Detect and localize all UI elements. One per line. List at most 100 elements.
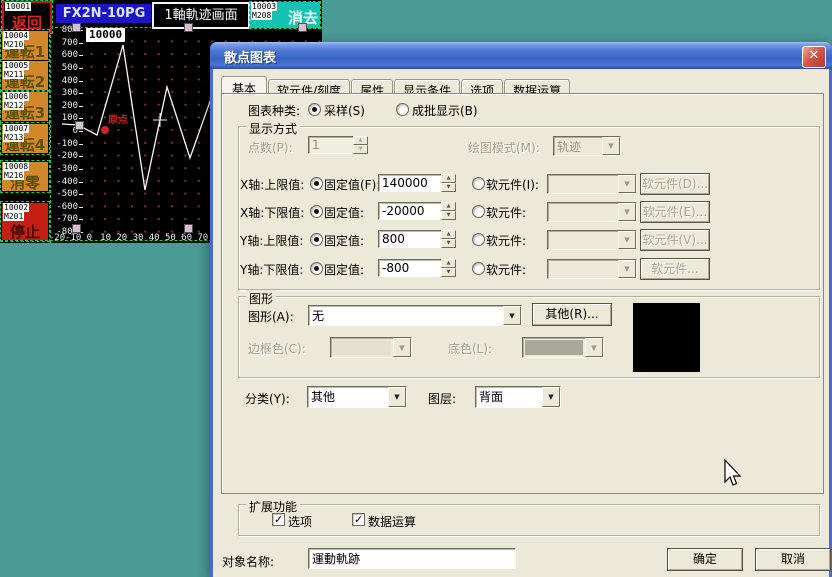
back-button-label: 返回 [12, 15, 42, 31]
device-button: 软元件(D)... [640, 173, 710, 195]
chevron-down-icon[interactable]: ▼ [503, 306, 521, 325]
ok-button[interactable]: 确定 [667, 548, 743, 571]
chevron-down-icon: ▼ [618, 260, 636, 278]
origin-label: 原点 [108, 111, 128, 126]
draw-mode-combo: 轨迹▼ [553, 136, 621, 156]
hmi-button-tag1: 10006 [3, 92, 29, 101]
extended-checkbox-2[interactable] [352, 513, 365, 526]
hmi-button-M216[interactable]: 10008M216消零 [2, 162, 48, 191]
chevron-down-icon[interactable]: ▼ [388, 387, 406, 407]
chart-type-radio-1[interactable] [308, 103, 321, 116]
category-combo[interactable]: 其他▼ [307, 386, 407, 408]
category-value: 其他 [308, 387, 388, 407]
hmi-button-tag2: M201 [3, 212, 24, 221]
chevron-down-icon: ▼ [602, 137, 620, 155]
hmi-screen-title[interactable]: 1軸軌迹画面 [152, 2, 250, 29]
chevron-down-icon: ▼ [393, 338, 411, 357]
selection-handle[interactable] [72, 23, 81, 32]
device-radio[interactable] [472, 262, 485, 275]
close-icon[interactable]: ✕ [802, 46, 826, 68]
fixed-value-spinner[interactable]: ▲▼ [441, 174, 456, 192]
layer-value: 背面 [476, 387, 542, 407]
base-color-combo: ▼ [522, 337, 604, 358]
border-color-label: 边框色(C): [248, 340, 306, 357]
fixed-value-field[interactable]: 140000 [378, 174, 443, 192]
axis-row-label: X轴:上限值: [240, 176, 304, 193]
chevron-down-icon[interactable]: ▼ [542, 387, 560, 407]
hmi-button-tag2: M210 [3, 40, 24, 49]
plc-model-label[interactable]: FX2N-10PG [56, 4, 152, 23]
fixed-value-radio[interactable] [310, 205, 323, 218]
device-button: 软元件(V)... [640, 229, 710, 251]
shape-combo[interactable]: 无▼ [308, 305, 522, 326]
fixed-value-label: 固定值: [324, 261, 364, 278]
shape-group-title: 图形 [246, 290, 276, 307]
chevron-down-icon: ▼ [618, 231, 636, 249]
fixed-value-label: 固定值: [324, 232, 364, 249]
extended-group [238, 504, 820, 536]
chart-type-radio-2[interactable] [396, 103, 409, 116]
hmi-button-M211[interactable]: 10005M211運転2 [2, 61, 48, 90]
axis-row-label: Y轴:上限值: [240, 232, 303, 249]
hmi-button-tag1: 10002 [3, 203, 29, 212]
hmi-button-label: 停止 [10, 224, 40, 240]
points-field: 1 [308, 136, 356, 154]
device-radio[interactable] [472, 177, 485, 190]
draw-mode-value: 轨迹 [554, 137, 602, 155]
hmi-button-tag2: M212 [3, 101, 24, 110]
device-button: 软元件... [640, 258, 710, 280]
fixed-value-radio[interactable] [310, 233, 323, 246]
chart-readout: 10000 [86, 28, 125, 42]
draw-mode-label: 绘图模式(M): [468, 139, 540, 156]
hmi-button-M212[interactable]: 10006M212運転3 [2, 92, 48, 121]
extended-check-label: 数据运算 [368, 513, 416, 530]
hmi-button-tag1: 10005 [3, 61, 29, 70]
hmi-button-M201[interactable]: 10002M201 停止 [2, 203, 48, 240]
selection-handle[interactable] [298, 23, 307, 32]
object-name-field[interactable]: 運動軌跡 [308, 548, 516, 569]
editor-canvas: 10001 返回 FX2N-10PG 1軸軌迹画面 10003 M208 消去 … [0, 0, 832, 577]
chart-type-option-label: 成批显示(B) [412, 102, 478, 119]
device-combo: ▼ [547, 230, 637, 250]
border-color-swatch [333, 340, 391, 355]
selection-handle[interactable] [184, 23, 193, 32]
fixed-value-field[interactable]: -20000 [378, 202, 443, 220]
fixed-value-spinner[interactable]: ▲▼ [441, 202, 456, 220]
device-radio-label: 软元件: [486, 261, 526, 278]
hmi-back-button[interactable]: 10001 返回 [2, 1, 52, 33]
axis-row-label: Y轴:下限值: [240, 261, 303, 278]
selection-handle[interactable] [184, 224, 193, 233]
fixed-value-spinner[interactable]: ▲▼ [441, 259, 456, 277]
fixed-value-field[interactable]: -800 [378, 259, 443, 277]
hmi-button-tag2: M213 [3, 133, 24, 142]
fixed-value-radio[interactable] [310, 262, 323, 275]
device-combo: ▼ [547, 202, 637, 222]
hmi-clear-button[interactable]: 10003 M208 消去 [250, 2, 320, 28]
dialog-title: 散点图表 [224, 47, 276, 66]
extended-checkbox-1[interactable] [272, 513, 285, 526]
selection-handle[interactable] [75, 121, 84, 130]
device-combo: ▼ [547, 259, 637, 279]
dialog-titlebar[interactable]: 散点图表 ✕ [210, 42, 832, 69]
fixed-value-field[interactable]: 800 [378, 230, 443, 248]
device-combo-value [548, 203, 618, 221]
points-spinner: ▲▼ [353, 136, 368, 154]
clear-button-tag1: 10003 [251, 2, 277, 11]
chevron-down-icon: ▼ [585, 338, 603, 357]
base-color-swatch [525, 340, 583, 355]
layer-combo[interactable]: 背面▼ [475, 386, 561, 408]
fixed-value-spinner[interactable]: ▲▼ [441, 230, 456, 248]
cancel-button[interactable]: 取消 [755, 548, 831, 571]
device-radio[interactable] [472, 233, 485, 246]
back-button-tag: 10001 [5, 2, 31, 11]
hmi-button-M210[interactable]: 10004M210運転1 [2, 31, 48, 60]
fixed-value-radio[interactable] [310, 177, 323, 190]
device-radio[interactable] [472, 205, 485, 218]
device-combo-value [548, 231, 618, 249]
layer-label: 图层: [428, 390, 456, 407]
shape-other-button[interactable]: 其他(R)... [532, 303, 612, 326]
hmi-button-M213[interactable]: 10007M213運転4 [2, 124, 48, 153]
hmi-button-tag1: 10007 [3, 124, 29, 133]
selection-handle[interactable] [72, 224, 81, 233]
chart-type-label: 图表种类: [248, 102, 300, 119]
